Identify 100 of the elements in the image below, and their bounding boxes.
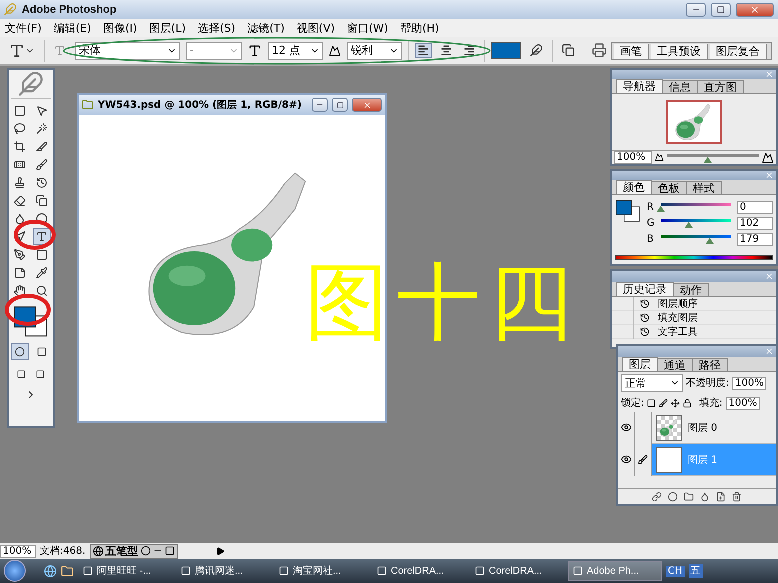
link-icon[interactable]	[652, 492, 662, 502]
start-button[interactable]	[4, 560, 26, 582]
layer-row[interactable]: 图层 0	[618, 412, 776, 444]
tool-button[interactable]	[33, 228, 51, 245]
lock-transparency-icon[interactable]	[647, 398, 656, 408]
droplet-icon[interactable]	[700, 492, 710, 502]
text-icon	[9, 42, 25, 58]
stamp-icon	[14, 176, 26, 188]
maximize-icon	[717, 6, 725, 14]
menu-item[interactable]: 视图(V)	[296, 20, 336, 36]
lock-pixels-icon[interactable]	[659, 398, 668, 408]
zoom-field[interactable]: 100%	[614, 151, 652, 164]
panel-tab[interactable]: 样式	[686, 181, 722, 194]
zoom-slider[interactable]	[667, 152, 759, 162]
font-size-dropdown[interactable]: 12 点	[268, 42, 323, 60]
taskbar-button[interactable]: CorelDRA...	[372, 561, 466, 581]
align-button[interactable]	[415, 43, 432, 58]
lasso-icon	[14, 122, 26, 134]
palette-well-tab[interactable]: 画笔	[614, 44, 649, 58]
circle-icon	[15, 346, 25, 357]
lock-position-icon[interactable]	[671, 398, 680, 408]
close-button[interactable]	[736, 2, 774, 16]
circle-icon[interactable]	[140, 546, 151, 556]
minimize-button[interactable]	[312, 98, 328, 112]
taskbar-button[interactable]: 腾讯网迷...	[176, 561, 270, 581]
trash-icon[interactable]	[732, 492, 742, 502]
panel-tab[interactable]: 导航器	[616, 79, 663, 93]
zoom-out-icon[interactable]	[655, 153, 664, 162]
opacity-field[interactable]: 100%	[732, 376, 766, 390]
globe-icon[interactable]	[44, 564, 57, 578]
zoom-field[interactable]: 100%	[0, 544, 36, 558]
close-button[interactable]	[352, 98, 382, 112]
text-color-swatch[interactable]	[491, 42, 521, 59]
slider-thumb[interactable]	[685, 222, 693, 228]
panel-tab[interactable]: 直方图	[697, 80, 744, 93]
menu-item[interactable]: 滤镜(T)	[248, 20, 285, 36]
taskbar-button[interactable]: Adobe Ph...	[568, 561, 662, 581]
panel-tab[interactable]: 色板	[651, 181, 687, 194]
channel-value-field[interactable]: 179	[737, 232, 773, 246]
menu-item[interactable]: 图层(L)	[149, 20, 186, 36]
panel-tab[interactable]: 动作	[673, 283, 709, 296]
channel-value-field[interactable]: 0	[737, 200, 773, 214]
maximize-button[interactable]	[711, 2, 731, 16]
slider-thumb[interactable]	[657, 206, 665, 212]
history-step[interactable]: 文字工具	[658, 324, 698, 338]
lock-icon[interactable]	[683, 398, 692, 408]
color-swatches[interactable]	[13, 305, 49, 338]
taskbar-button[interactable]: 淘宝网社...	[274, 561, 368, 581]
minimize-button[interactable]	[686, 2, 706, 16]
folder-icon	[82, 99, 94, 111]
slider-thumb[interactable]	[706, 238, 714, 244]
document-title: YW543.psd @ 100% (图层 1, RGB/8#)	[98, 99, 303, 112]
panel-tab[interactable]: 路径	[692, 358, 728, 371]
menu-item[interactable]: 窗口(W)	[347, 20, 388, 36]
window-icon	[83, 566, 93, 576]
printer-icon[interactable]	[592, 43, 607, 58]
palette-well-tab[interactable]: 工具预设	[651, 44, 708, 58]
play-arrow-icon[interactable]	[216, 546, 225, 556]
panel-tab[interactable]: 通道	[657, 358, 693, 371]
visibility-eye-icon[interactable]	[620, 422, 632, 433]
panel-tab[interactable]: 颜色	[616, 180, 652, 194]
panel-tab[interactable]: 历史记录	[616, 282, 674, 296]
pages-icon	[562, 44, 575, 57]
window-icon	[279, 566, 289, 576]
taskbar-button[interactable]: 阿里旺旺 -...	[78, 561, 172, 581]
annotation-circle	[4, 293, 52, 327]
history-step[interactable]: 填充图层	[658, 310, 698, 324]
antialias-dropdown[interactable]: 锐利	[347, 42, 402, 60]
color-spectrum[interactable]	[615, 255, 773, 260]
font-style-dropdown[interactable]: -	[186, 42, 242, 60]
slider-thumb[interactable]	[704, 156, 712, 162]
zoom-in-icon[interactable]	[762, 152, 774, 164]
new-layer-icon[interactable]	[716, 492, 726, 502]
menu-item[interactable]: 文件(F)	[5, 20, 42, 36]
circle-icon[interactable]	[668, 492, 678, 502]
menu-item[interactable]: 图像(I)	[103, 20, 138, 36]
palette-well-tab[interactable]: 图层复合	[710, 44, 767, 58]
visibility-eye-icon[interactable]	[620, 454, 632, 465]
channel-slider[interactable]	[661, 234, 731, 244]
blend-mode-dropdown[interactable]: 正常	[621, 374, 683, 392]
maximize-button[interactable]	[332, 98, 348, 112]
history-step[interactable]: 图层顺序	[658, 296, 698, 310]
menu-item[interactable]: 编辑(E)	[54, 20, 92, 36]
folder-icon[interactable]	[684, 492, 694, 502]
menu-item[interactable]: 帮助(H)	[400, 20, 440, 36]
fill-field[interactable]: 100%	[726, 396, 760, 410]
tray-indicator[interactable]: 五	[688, 564, 703, 578]
channel-value-field[interactable]: 102	[737, 216, 773, 230]
ime-mode[interactable]: 五笔型	[106, 544, 139, 558]
tray-indicator[interactable]: CH	[666, 566, 685, 576]
square-icon	[36, 248, 48, 260]
standard-mode-button[interactable]	[11, 343, 29, 360]
panel-tab[interactable]: 图层	[622, 357, 658, 371]
color-swatches[interactable]	[615, 199, 641, 222]
panel-tab[interactable]: 信息	[662, 80, 698, 93]
square-icon	[14, 104, 26, 116]
menu-item[interactable]: 选择(S)	[198, 20, 236, 36]
taskbar-button[interactable]: CorelDRA...	[470, 561, 564, 581]
channel-slider[interactable]	[661, 218, 731, 228]
channel-label: G	[647, 218, 655, 228]
